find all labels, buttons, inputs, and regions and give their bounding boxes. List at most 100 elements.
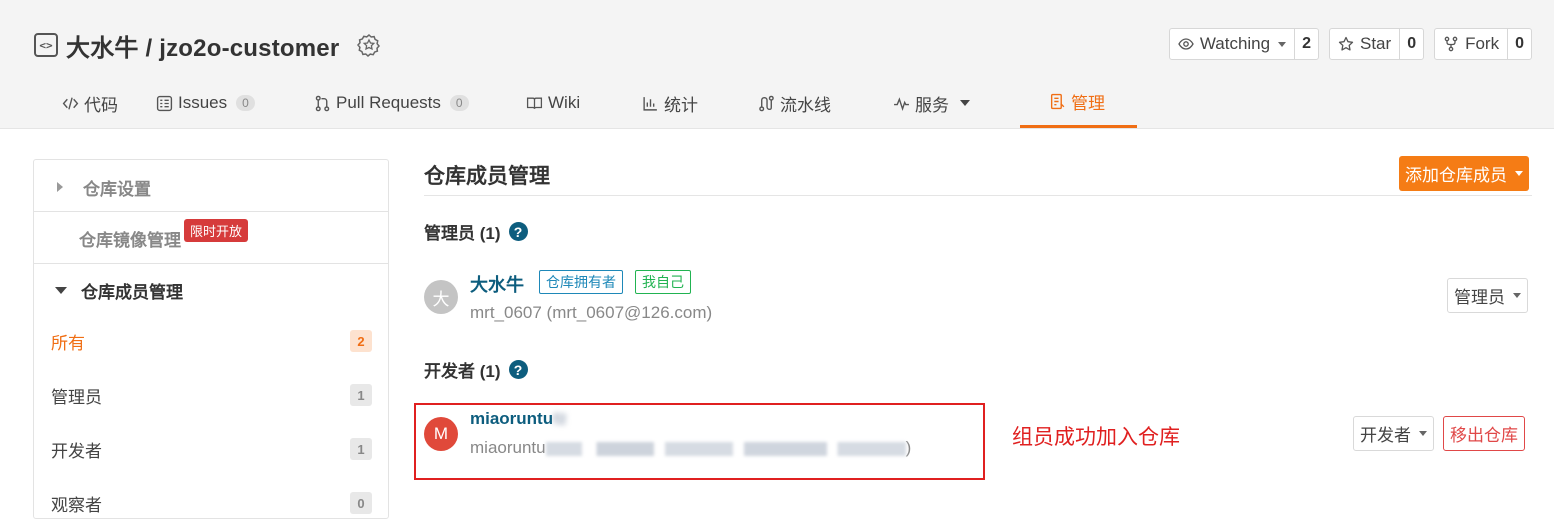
filter-count: 1 <box>350 384 372 406</box>
section-admins-heading: 管理员 (1) ? <box>424 219 528 244</box>
section-title: 开发者 (1) <box>424 362 501 381</box>
repo-tabs: 代码 Issues 0 Pull Requests 0 Wiki 统计 流水线 … <box>44 78 1137 128</box>
remove-member-button[interactable]: 移出仓库 <box>1443 416 1525 451</box>
chevron-right-icon <box>57 182 63 192</box>
divider <box>34 211 388 212</box>
code-repo-icon: <> <box>34 33 58 57</box>
watch-button-group: Watching 2 <box>1168 28 1319 60</box>
issues-icon <box>156 95 173 111</box>
sidebar-item-label: 仓库成员管理 <box>81 282 183 302</box>
sidebar-filter-admin[interactable]: 管理员 1 <box>34 381 388 409</box>
star-button[interactable]: Star <box>1330 29 1401 59</box>
filter-label: 所有 <box>51 333 85 353</box>
section-title: 管理员 (1) <box>424 224 501 243</box>
avatar[interactable]: 大 <box>424 280 458 314</box>
manage-icon <box>1050 93 1065 110</box>
tab-pipeline[interactable]: 流水线 <box>740 78 875 128</box>
sidebar-item-members[interactable]: 仓库成员管理 <box>34 277 388 303</box>
star-icon <box>1338 36 1354 51</box>
page-title: 仓库成员管理 <box>424 165 550 188</box>
tab-label: 管理 <box>1071 94 1105 113</box>
filter-count: 0 <box>350 492 372 514</box>
role-select[interactable]: 管理员 <box>1447 278 1528 313</box>
role-select[interactable]: 开发者 <box>1353 416 1434 451</box>
repo-header: <> 大水牛 / jzo2o-customer Watching 2 Star … <box>0 0 1554 129</box>
chevron-down-icon <box>55 286 67 294</box>
limited-badge: 限时开放 <box>184 219 249 242</box>
star-button-group: Star 0 <box>1329 28 1425 60</box>
fork-icon <box>1444 36 1458 52</box>
tab-pull-requests[interactable]: Pull Requests 0 <box>296 78 508 128</box>
chevron-down-icon <box>1515 171 1523 176</box>
bar-chart-icon <box>643 96 657 111</box>
fork-label: Fork <box>1465 34 1500 53</box>
divider <box>34 263 388 264</box>
chevron-down-icon <box>960 100 970 106</box>
star-label: Star <box>1360 34 1392 53</box>
tag-owner: 仓库拥有者 <box>539 270 623 294</box>
filter-count: 2 <box>350 330 372 352</box>
role-value: 管理员 <box>1454 288 1505 307</box>
sidebar-filter-developer[interactable]: 开发者 1 <box>34 435 388 463</box>
question-icon[interactable]: ? <box>508 222 528 241</box>
tab-label: 服务 <box>915 95 949 115</box>
settings-sidebar: 仓库设置 仓库镜像管理 限时开放 仓库成员管理 所有 2 管理员 1 开发者 1… <box>33 159 389 519</box>
tab-code[interactable]: 代码 <box>44 78 138 128</box>
tab-label: 统计 <box>664 95 698 115</box>
pipeline-icon <box>759 95 774 111</box>
chevron-down-icon <box>1513 293 1521 298</box>
sidebar-item-repo-settings[interactable]: 仓库设置 <box>34 174 388 200</box>
watch-button[interactable]: Watching <box>1170 29 1296 59</box>
fork-button-group: Fork 0 <box>1434 28 1532 60</box>
annotation-text: 组员成功加入仓库 <box>1012 426 1180 449</box>
tab-manage[interactable]: 管理 <box>1020 78 1137 128</box>
filter-count: 1 <box>350 438 372 460</box>
filter-label: 管理员 <box>51 387 102 407</box>
tag-self: 我自己 <box>635 270 691 294</box>
sidebar-filter-observer[interactable]: 观察者 0 <box>34 489 388 517</box>
code-icon <box>62 96 79 110</box>
repo-separator: / <box>145 34 153 62</box>
recommend-badge-icon <box>357 34 381 57</box>
sidebar-item-mirror[interactable]: 仓库镜像管理 限时开放 <box>34 219 388 251</box>
sidebar-item-label: 仓库镜像管理 <box>79 230 181 250</box>
sidebar-filter-all[interactable]: 所有 2 <box>34 327 388 355</box>
repo-full-name[interactable]: 大水牛 / jzo2o-customer <box>66 28 339 63</box>
add-member-button[interactable]: 添加仓库成员 <box>1399 156 1529 191</box>
fork-count[interactable]: 0 <box>1508 29 1531 59</box>
question-icon[interactable]: ? <box>508 360 528 379</box>
tab-label: 代码 <box>84 95 118 115</box>
tab-stats[interactable]: 统计 <box>624 78 740 128</box>
tab-services[interactable]: 服务 <box>875 78 1020 128</box>
chevron-down-icon <box>1419 431 1427 436</box>
eye-icon <box>1178 38 1194 50</box>
fork-button[interactable]: Fork <box>1435 29 1509 59</box>
book-icon <box>526 97 543 109</box>
watch-count[interactable]: 2 <box>1295 29 1318 59</box>
sidebar-item-label: 仓库设置 <box>83 179 151 199</box>
watch-label: Watching <box>1199 34 1271 53</box>
repo-actions: Watching 2 Star 0 Fork 0 <box>1168 28 1532 60</box>
tab-label: Issues <box>178 93 228 112</box>
tab-label: 流水线 <box>780 95 831 115</box>
repo-name[interactable]: jzo2o-customer <box>159 35 339 62</box>
chevron-down-icon <box>1278 41 1287 47</box>
section-developers-heading: 开发者 (1) ? <box>424 357 528 382</box>
member-name[interactable]: 大水牛 <box>470 271 524 297</box>
repo-title: <> 大水牛 / jzo2o-customer <box>34 28 381 62</box>
filter-label: 开发者 <box>51 441 102 461</box>
repo-owner[interactable]: 大水牛 <box>66 35 139 62</box>
highlight-box <box>414 403 985 480</box>
pulse-icon <box>894 96 909 111</box>
pull-request-icon <box>315 95 330 111</box>
tab-count: 0 <box>449 95 469 111</box>
tab-count: 0 <box>236 95 255 111</box>
member-email: mrt_0607 (mrt_0607@126.com) <box>470 303 713 322</box>
tab-label: Wiki <box>548 93 581 112</box>
tab-issues[interactable]: Issues 0 <box>138 78 296 128</box>
divider <box>424 195 1532 196</box>
star-count[interactable]: 0 <box>1400 29 1423 59</box>
role-value: 开发者 <box>1360 426 1411 445</box>
add-member-label: 添加仓库成员 <box>1405 166 1507 185</box>
tab-wiki[interactable]: Wiki <box>508 78 624 128</box>
